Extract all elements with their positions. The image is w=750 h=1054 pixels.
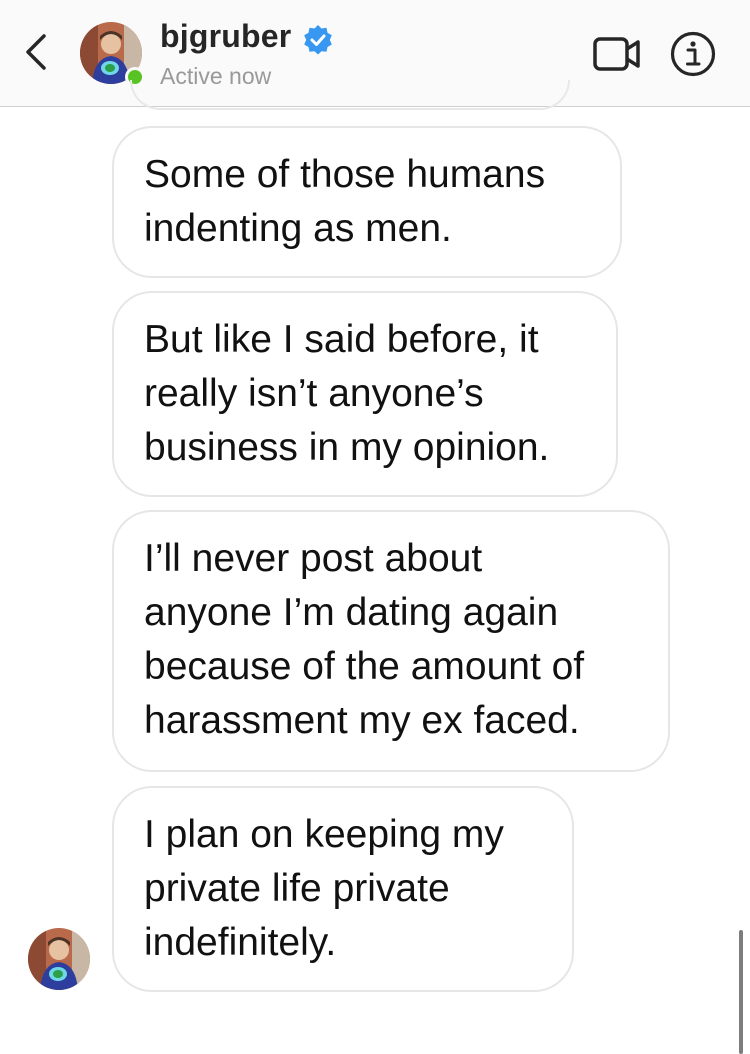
video-camera-icon[interactable]	[592, 34, 642, 74]
verified-badge-icon	[304, 25, 332, 55]
message-bubble[interactable]: But like I said before, it really isn’t …	[112, 291, 618, 497]
sender-avatar[interactable]	[28, 928, 90, 990]
scrollbar[interactable]	[739, 930, 743, 1054]
message-bubble[interactable]: Some of those humans indenting as men.	[112, 126, 622, 278]
chat-username[interactable]: bjgruber	[160, 18, 291, 55]
back-chevron-icon[interactable]	[18, 32, 54, 72]
message-bubble[interactable]: I plan on keeping my private life privat…	[112, 786, 574, 992]
message-bubble[interactable]: I’ll never post about anyone I’m dating …	[112, 510, 670, 772]
previous-message-bubble-edge	[130, 80, 570, 110]
info-icon[interactable]	[670, 31, 716, 77]
